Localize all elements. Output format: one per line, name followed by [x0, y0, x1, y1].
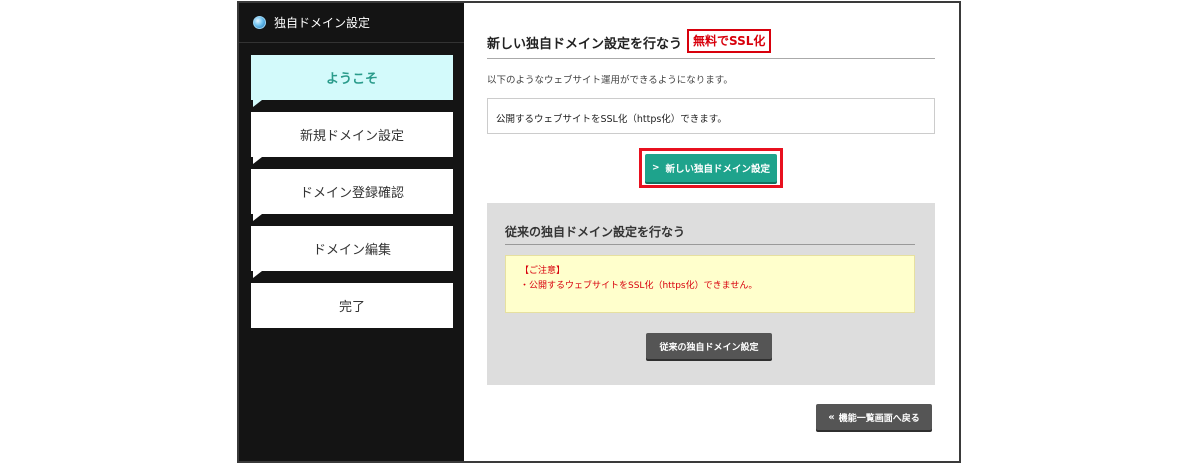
feature-info-box: 公開するウェブサイトをSSL化（https化）できます。	[487, 98, 935, 134]
globe-icon	[253, 16, 266, 29]
main-panel: 新しい独自ドメイン設定を行なう 無料でSSL化 以下のようなウェブサイト運用がで…	[464, 3, 959, 461]
notice-text: ・公開するウェブサイトをSSL化（https化）できません。	[520, 281, 758, 291]
legacy-setup-panel: 従来の独自ドメイン設定を行なう 【ご注意】 ・公開するウェブサイトをSSL化（h…	[487, 203, 935, 385]
sidebar-header: 独自ドメイン設定	[239, 3, 464, 43]
intro-text: 以下のようなウェブサイト運用ができるようになります。	[487, 75, 733, 86]
section-title: 新しい独自ドメイン設定を行なう	[487, 37, 683, 52]
step-domain-registration-confirm[interactable]: ドメイン登録確認	[251, 169, 453, 221]
step-new-domain-setup[interactable]: 新規ドメイン設定	[251, 112, 453, 164]
step-label: 新規ドメイン設定	[299, 129, 404, 144]
sidebar-title: 独自ドメイン設定	[274, 16, 371, 30]
back-to-function-list-button[interactable]: « 機能一覧画面へ戻る	[816, 404, 932, 430]
double-chevron-left-icon: «	[828, 411, 835, 423]
step-complete[interactable]: 完了	[251, 283, 453, 328]
button-label: 新しい独自ドメイン設定	[665, 164, 771, 175]
step-domain-edit[interactable]: ドメイン編集	[251, 226, 453, 278]
feature-info-text: 公開するウェブサイトをSSL化（https化）できます。	[496, 114, 727, 125]
ssl-badge: 無料でSSL化	[687, 29, 772, 53]
step-label: ドメイン編集	[312, 243, 391, 258]
new-domain-setup-button[interactable]: > 新しい独自ドメイン設定	[645, 154, 777, 182]
step-label: ようこそ	[325, 72, 378, 87]
chevron-right-icon: >	[651, 163, 660, 173]
notice-box: 【ご注意】 ・公開するウェブサイトをSSL化（https化）できません。	[505, 255, 915, 313]
step-welcome[interactable]: ようこそ	[251, 55, 453, 107]
section-header: 新しい独自ドメイン設定を行なう 無料でSSL化	[487, 29, 935, 59]
step-label: ドメイン登録確認	[299, 186, 404, 201]
notice-heading: 【ご注意】	[520, 266, 566, 276]
sidebar: 独自ドメイン設定 ようこそ 新規ドメイン設定 ドメイン登録確認 ドメイン編集 完…	[239, 3, 464, 461]
step-list: ようこそ 新規ドメイン設定 ドメイン登録確認 ドメイン編集 完了	[251, 55, 453, 340]
button-label: 従来の独自ドメイン設定	[659, 342, 759, 353]
primary-button-highlight: > 新しい独自ドメイン設定	[639, 148, 783, 188]
app-window: 独自ドメイン設定 ようこそ 新規ドメイン設定 ドメイン登録確認 ドメイン編集 完…	[237, 1, 961, 463]
step-label: 完了	[338, 300, 365, 315]
button-label: 機能一覧画面へ戻る	[838, 413, 920, 424]
legacy-domain-setup-button[interactable]: 従来の独自ドメイン設定	[646, 333, 772, 359]
legacy-title: 従来の独自ドメイン設定を行なう	[505, 223, 915, 245]
